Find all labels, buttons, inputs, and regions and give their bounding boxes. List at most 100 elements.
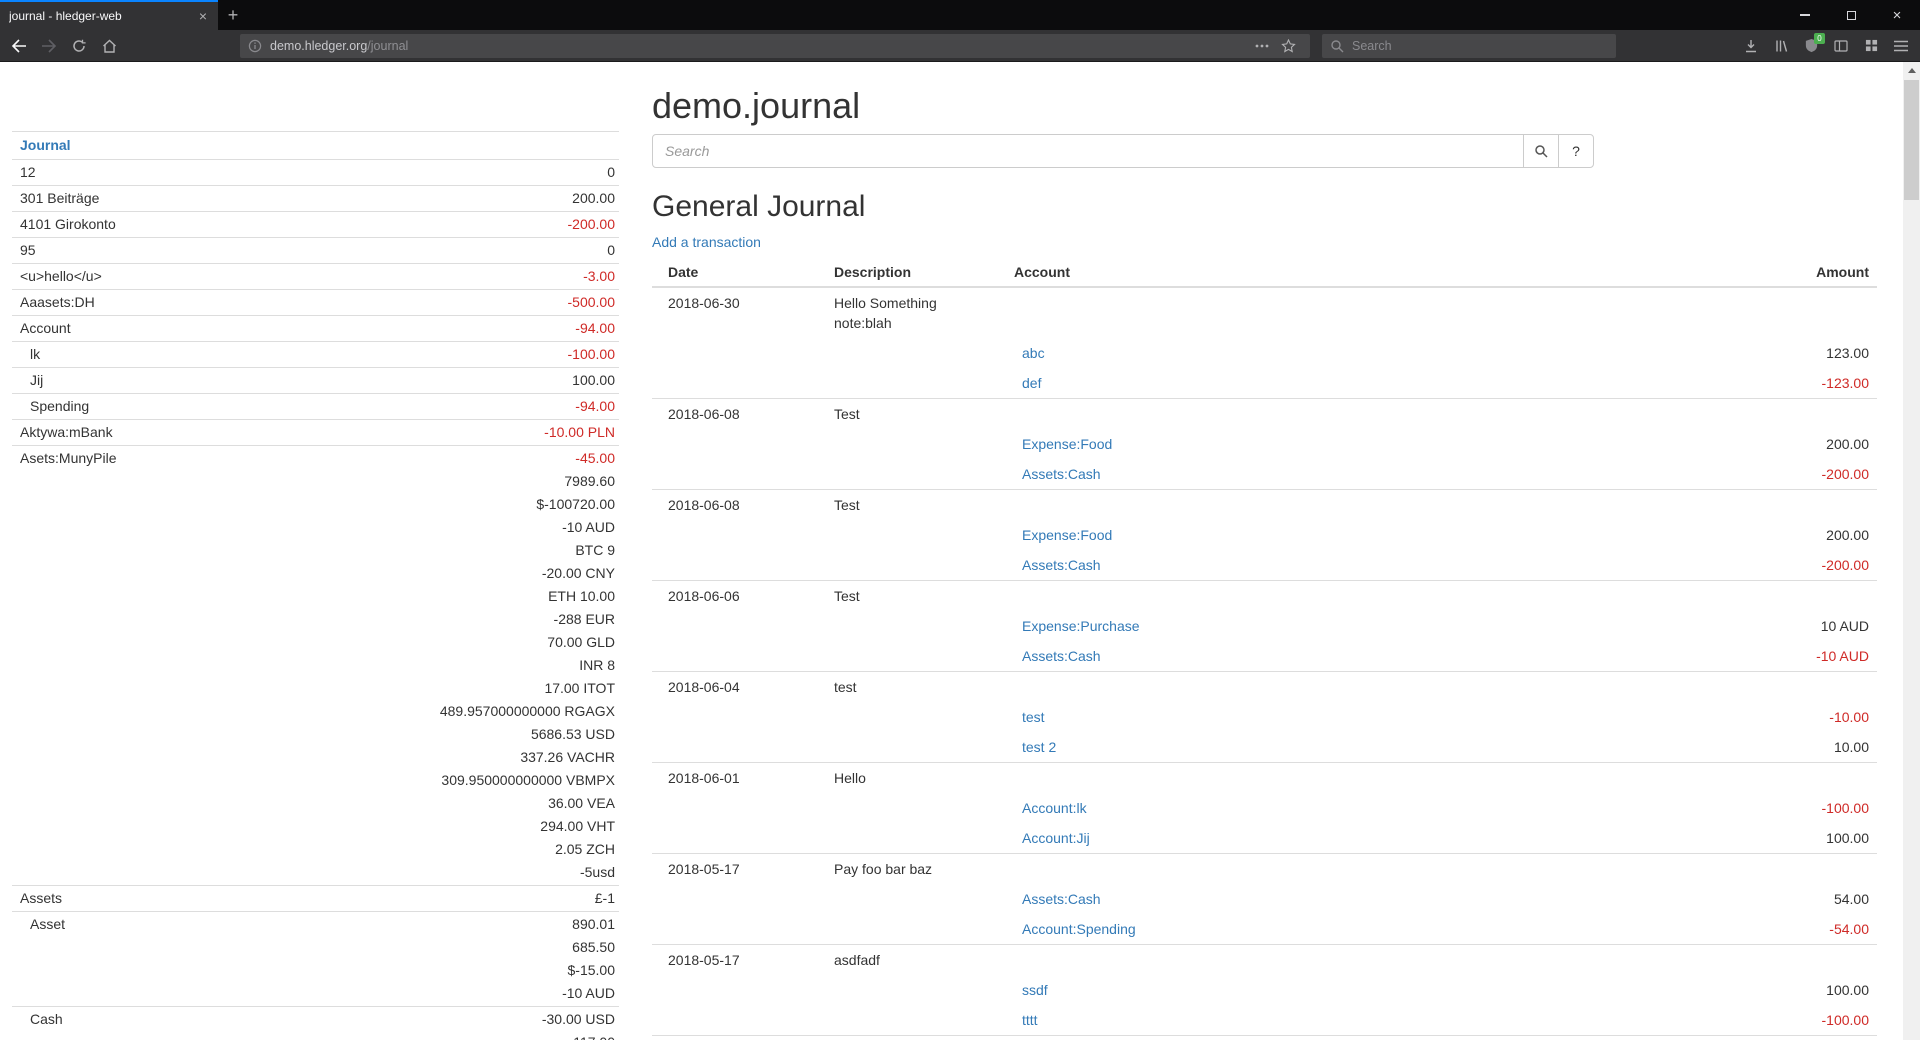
sidebar-account-link[interactable]: Assets <box>20 887 62 910</box>
sidebar-account-link[interactable]: Spending <box>30 395 89 418</box>
apps-grid-button[interactable] <box>1857 33 1885 59</box>
sidebar-account-link[interactable]: Account <box>20 317 71 340</box>
sidebar-account-row: Aktywa:mBank-10.00 PLN <box>12 419 619 445</box>
sidebar-account-row: Asset890.01685.50$-15.00-10 AUD <box>12 911 619 1006</box>
page-actions-button[interactable] <box>1249 44 1275 48</box>
adblock-extension-button[interactable]: 0 <box>1797 33 1825 59</box>
posting-account-link[interactable]: def <box>1022 375 1041 391</box>
sidebar-balance-amount: -200.00 <box>568 213 615 236</box>
posting-amount: -100.00 <box>1657 1005 1877 1036</box>
transaction-date: 2018-06-04 <box>652 672 826 703</box>
sidebar-balance-amount: -94.00 <box>575 317 615 340</box>
sidebar-toggle-icon <box>1833 38 1849 54</box>
sidebar-account-link[interactable]: Cash <box>30 1008 63 1031</box>
back-button[interactable] <box>5 33 33 59</box>
url-text[interactable]: demo.hledger.org/journal <box>270 39 408 53</box>
url-bar[interactable]: demo.hledger.org/journal <box>240 34 1310 58</box>
transaction-description: asdfadf <box>826 945 1006 976</box>
sidebar-account-row: Aaasets:DH-500.00 <box>12 289 619 315</box>
column-header-date: Date <box>652 258 826 287</box>
search-button[interactable] <box>1523 134 1559 168</box>
search-input[interactable] <box>652 134 1524 168</box>
sidebar-account-link[interactable]: 12 <box>20 161 36 184</box>
sidebar-balance-amount: -5usd <box>440 861 615 884</box>
sidebar-balance-amount: 337.26 VACHR <box>440 746 615 769</box>
bookmark-star-button[interactable] <box>1275 39 1302 53</box>
transaction-date: 2018-06-06 <box>652 581 826 612</box>
posting-amount: 10 AUD <box>1657 611 1877 641</box>
posting-account-link[interactable]: ssdf <box>1022 982 1048 998</box>
posting-amount: 54.00 <box>1657 884 1877 914</box>
sidebar-balance-amount: 2.05 ZCH <box>440 838 615 861</box>
window-close-button[interactable]: × <box>1874 0 1920 30</box>
transaction-description: Test <box>826 581 1006 612</box>
sidebar-balance-amount: -3.00 <box>583 265 615 288</box>
posting-amount: -123.00 <box>1657 368 1877 399</box>
posting-row: Account:Spending-54.00 <box>652 914 1877 945</box>
column-header-description: Description <box>826 258 1006 287</box>
posting-account-link[interactable]: Account:Jij <box>1022 830 1090 846</box>
window-maximize-button[interactable] <box>1828 0 1874 30</box>
posting-row: Expense:Purchase 10 AUD <box>652 611 1877 641</box>
posting-account-link[interactable]: abc <box>1022 345 1045 361</box>
sidebar-balance-amount: 489.957000000000 RGAGX <box>440 700 615 723</box>
posting-account-link[interactable]: Expense:Food <box>1022 527 1112 543</box>
posting-account-link[interactable]: tttt <box>1022 1012 1038 1028</box>
sidebar-account-link[interactable]: lk <box>30 343 40 366</box>
site-info-icon[interactable] <box>248 39 262 53</box>
posting-account-link[interactable]: test <box>1022 709 1045 725</box>
home-button[interactable] <box>95 33 123 59</box>
sidebar-balance-amount: 200.00 <box>572 187 615 210</box>
sidebar-balance-amount: £-1 <box>595 887 615 910</box>
add-transaction-link[interactable]: Add a transaction <box>652 234 761 250</box>
sidebar-account-link[interactable]: 4101 Girokonto <box>20 213 116 236</box>
posting-account-link[interactable]: Assets:Cash <box>1022 891 1101 907</box>
scrollbar-thumb[interactable] <box>1904 80 1919 200</box>
sidebar-account-link[interactable]: Asset <box>30 913 65 936</box>
journal-link[interactable]: Journal <box>20 137 71 153</box>
sidebar-account-row: 301 Beiträge 200.00 <box>12 185 619 211</box>
transaction-row: 2018-06-08Test <box>652 490 1877 521</box>
posting-account-link[interactable]: Account:lk <box>1022 800 1087 816</box>
posting-account-link[interactable]: Assets:Cash <box>1022 466 1101 482</box>
minimize-icon <box>1800 14 1810 16</box>
downloads-button[interactable] <box>1737 33 1765 59</box>
sidebar-balance-amount: 0 <box>607 239 615 262</box>
menu-button[interactable] <box>1887 33 1915 59</box>
tab-close-icon[interactable]: × <box>197 9 209 23</box>
browser-tab[interactable]: journal - hledger-web × <box>0 0 218 30</box>
sidebars-button[interactable] <box>1827 33 1855 59</box>
sidebar-balance-amount: ETH 10.00 <box>440 585 615 608</box>
browser-search-bar[interactable]: Search <box>1322 34 1616 58</box>
posting-row: Expense:Food200.00 <box>652 429 1877 459</box>
sidebar-account-link[interactable]: Jij <box>30 369 43 392</box>
sidebar-account-link[interactable]: 95 <box>20 239 36 262</box>
sidebar-balance-amount: -45.00 <box>440 447 615 470</box>
posting-account-link[interactable]: Expense:Food <box>1022 436 1112 452</box>
new-tab-button[interactable]: + <box>218 0 248 30</box>
sidebar-account-link[interactable]: Aktywa:mBank <box>20 421 113 444</box>
sidebar-account-row: <u>hello</u> -3.00 <box>12 263 619 289</box>
sidebar-account-link[interactable]: 301 Beiträge <box>20 187 99 210</box>
transaction-date: 2018-06-08 <box>652 399 826 430</box>
posting-account-link[interactable]: test 2 <box>1022 739 1056 755</box>
posting-amount: -10 AUD <box>1657 641 1877 672</box>
sidebar-account-link[interactable]: Asets:MunyPile <box>20 447 116 470</box>
sidebar-account-link[interactable]: Aaasets:DH <box>20 291 95 314</box>
library-button[interactable] <box>1767 33 1795 59</box>
sidebar-account-row: Account -94.00 <box>12 315 619 341</box>
page-scrollbar[interactable] <box>1903 62 1920 1040</box>
sidebar-account-link[interactable]: <u>hello</u> <box>20 265 102 288</box>
posting-account-link[interactable]: Expense:Purchase <box>1022 618 1140 634</box>
scrollbar-up-button[interactable] <box>1903 62 1920 79</box>
reload-button[interactable] <box>65 33 93 59</box>
posting-account-link[interactable]: Assets:Cash <box>1022 648 1101 664</box>
posting-account-link[interactable]: Assets:Cash <box>1022 557 1101 573</box>
forward-button[interactable] <box>35 33 63 59</box>
window-minimize-button[interactable] <box>1782 0 1828 30</box>
transaction-description: test <box>826 672 1006 703</box>
search-help-button[interactable]: ? <box>1558 134 1594 168</box>
posting-row: test-10.00 <box>652 702 1877 732</box>
posting-account-link[interactable]: Account:Spending <box>1022 921 1136 937</box>
extension-badge: 0 <box>1814 33 1825 44</box>
